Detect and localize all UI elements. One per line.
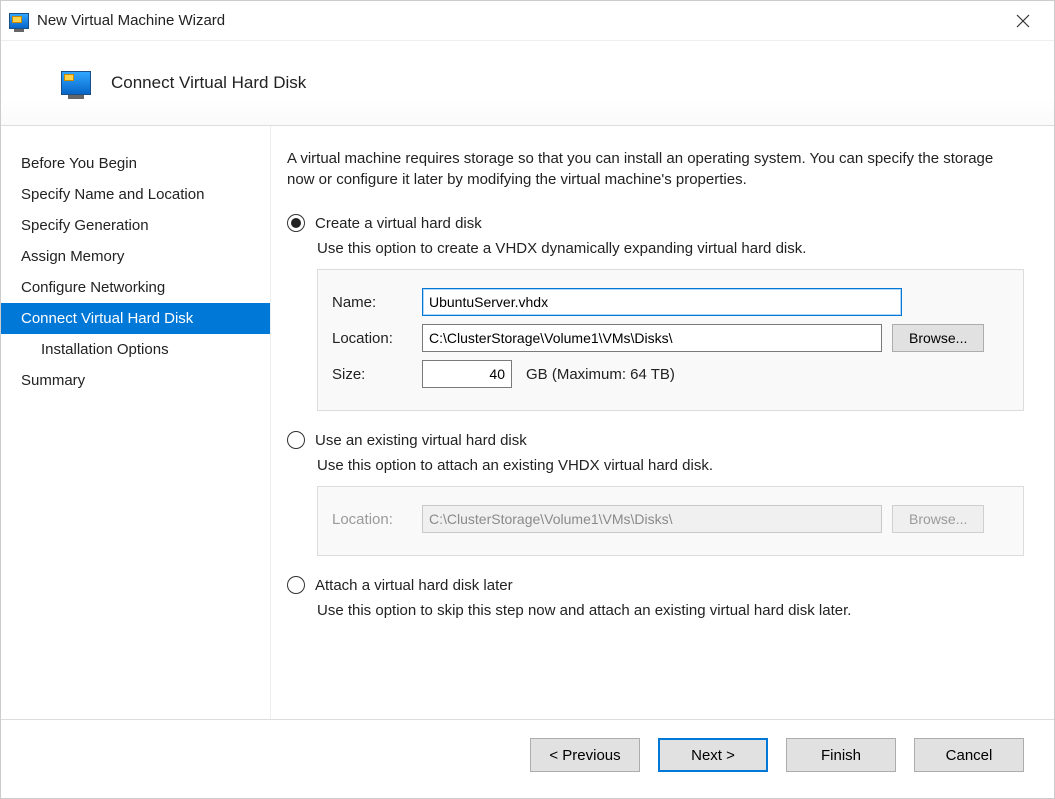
option-create-label: Create a virtual hard disk <box>315 215 482 232</box>
existing-browse-button: Browse... <box>892 505 984 533</box>
wizard-steps-sidebar: Before You Begin Specify Name and Locati… <box>1 126 271 719</box>
wizard-window: New Virtual Machine Wizard Connect Virtu… <box>0 0 1055 799</box>
step-title: Connect Virtual Hard Disk <box>111 73 306 93</box>
close-icon[interactable] <box>1000 6 1046 36</box>
existing-panel: Location: Browse... <box>317 486 1024 556</box>
step-assign-memory[interactable]: Assign Memory <box>1 241 270 272</box>
vm-icon <box>61 71 91 95</box>
option-attach-later: Attach a virtual hard disk later Use thi… <box>287 576 1024 619</box>
step-summary[interactable]: Summary <box>1 365 270 396</box>
radio-existing-vhd[interactable] <box>287 431 305 449</box>
window-title: New Virtual Machine Wizard <box>37 12 225 29</box>
app-icon <box>9 13 29 29</box>
titlebar: New Virtual Machine Wizard <box>1 1 1054 41</box>
finish-button[interactable]: Finish <box>786 738 896 772</box>
step-installation-options[interactable]: Installation Options <box>1 334 270 365</box>
vhd-location-input[interactable] <box>422 324 882 352</box>
create-panel: Name: Location: Browse... Size: GB (Maxi… <box>317 269 1024 411</box>
cancel-button[interactable]: Cancel <box>914 738 1024 772</box>
option-create-vhd: Create a virtual hard disk Use this opti… <box>287 214 1024 411</box>
option-later-desc: Use this option to skip this step now an… <box>317 602 1024 619</box>
option-later-label: Attach a virtual hard disk later <box>315 577 513 594</box>
intro-text: A virtual machine requires storage so th… <box>287 148 1024 190</box>
step-connect-vhd[interactable]: Connect Virtual Hard Disk <box>1 303 270 334</box>
browse-button[interactable]: Browse... <box>892 324 984 352</box>
step-configure-networking[interactable]: Configure Networking <box>1 272 270 303</box>
wizard-content: A virtual machine requires storage so th… <box>271 126 1054 719</box>
location-label: Location: <box>332 330 412 347</box>
size-suffix: GB (Maximum: 64 TB) <box>526 366 675 383</box>
wizard-body: Before You Begin Specify Name and Locati… <box>1 126 1054 719</box>
previous-button[interactable]: < Previous <box>530 738 640 772</box>
step-specify-generation[interactable]: Specify Generation <box>1 210 270 241</box>
radio-create-vhd[interactable] <box>287 214 305 232</box>
existing-location-input <box>422 505 882 533</box>
option-existing-vhd: Use an existing virtual hard disk Use th… <box>287 431 1024 556</box>
radio-attach-later[interactable] <box>287 576 305 594</box>
vhd-name-input[interactable] <box>422 288 902 316</box>
vhd-size-input[interactable] <box>422 360 512 388</box>
next-button[interactable]: Next > <box>658 738 768 772</box>
option-existing-label: Use an existing virtual hard disk <box>315 432 527 449</box>
wizard-footer: < Previous Next > Finish Cancel <box>1 719 1054 798</box>
existing-location-label: Location: <box>332 511 412 528</box>
option-create-desc: Use this option to create a VHDX dynamic… <box>317 240 1024 257</box>
step-icon-wrap <box>41 71 111 95</box>
size-label: Size: <box>332 366 412 383</box>
option-existing-desc: Use this option to attach an existing VH… <box>317 457 1024 474</box>
step-before-you-begin[interactable]: Before You Begin <box>1 148 270 179</box>
wizard-header: Connect Virtual Hard Disk <box>1 41 1054 126</box>
name-label: Name: <box>332 294 412 311</box>
step-specify-name-location[interactable]: Specify Name and Location <box>1 179 270 210</box>
